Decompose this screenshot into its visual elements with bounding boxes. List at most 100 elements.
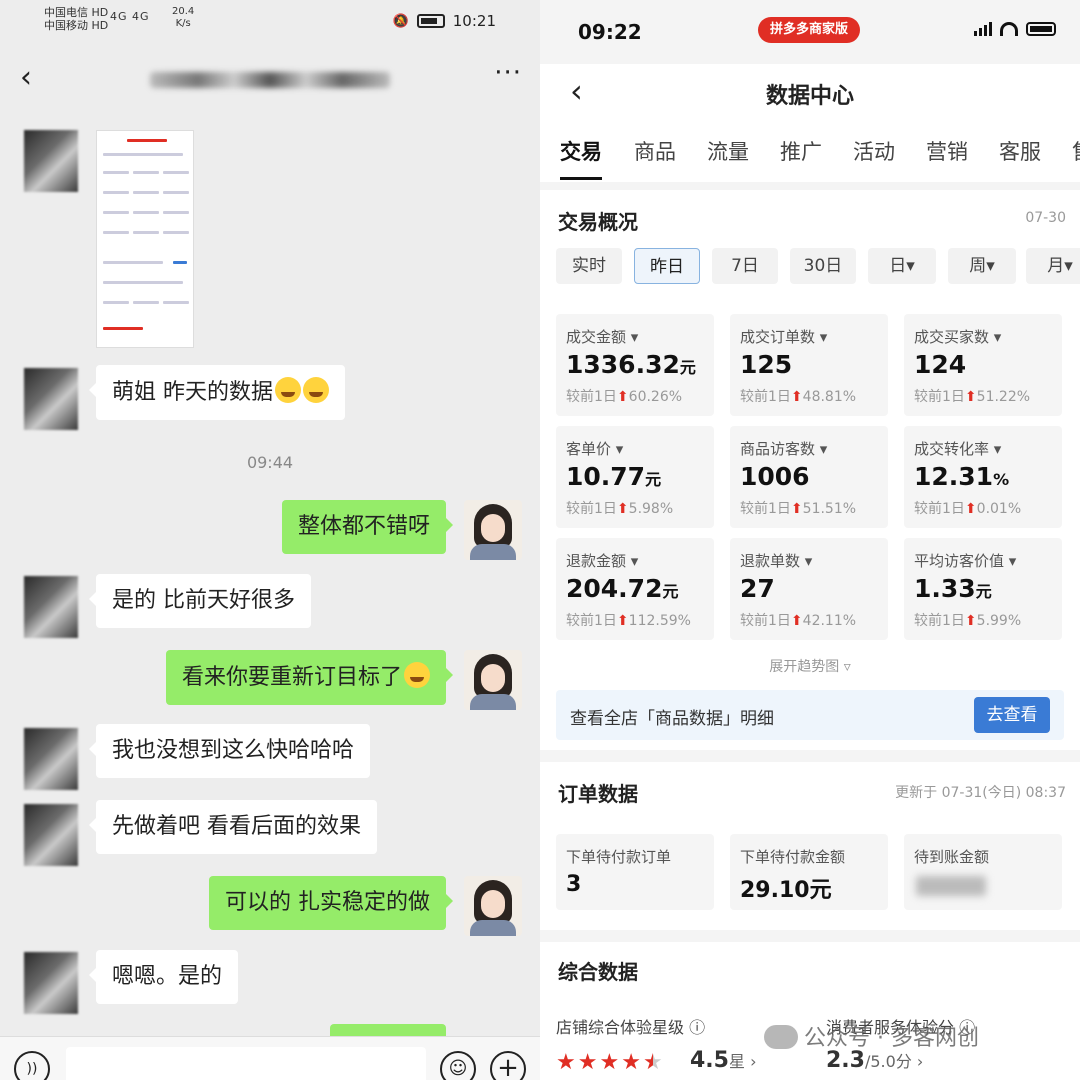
goods-data-banner: 查看全店「商品数据」明细 去查看 bbox=[556, 690, 1064, 740]
message-bubble[interactable]: 整体都不错呀 bbox=[281, 500, 454, 554]
metric-number: 1.33 bbox=[914, 574, 976, 603]
redacted-value bbox=[916, 876, 986, 896]
tab-trade[interactable]: 交易 bbox=[560, 136, 602, 180]
battery-icon bbox=[416, 14, 445, 28]
metric-card[interactable]: 成交买家数 ▾ 124 较前1日⬆51.22% bbox=[904, 314, 1062, 416]
experience-label: 店铺综合体验星级 ⓘ bbox=[556, 1018, 706, 1037]
metric-card[interactable]: 商品访客数 ▾ 1006 较前1日⬆51.51% bbox=[730, 426, 888, 528]
my-avatar[interactable] bbox=[464, 500, 522, 560]
order-metric[interactable]: 待到账金额 bbox=[904, 834, 1062, 910]
metric-card[interactable]: 成交订单数 ▾ 125 较前1日⬆48.81% bbox=[730, 314, 888, 416]
message-bubble[interactable]: 嗯嗯。是的 bbox=[88, 950, 239, 1004]
tab-aftersale[interactable]: 售 bbox=[1072, 136, 1080, 166]
metric-label: 退款金额 ▾ bbox=[566, 552, 639, 570]
avatar[interactable] bbox=[24, 952, 78, 1014]
metric-card[interactable]: 成交转化率 ▾ 12.31% 较前1日⬆0.01% bbox=[904, 426, 1062, 528]
tab-marketing[interactable]: 营销 bbox=[926, 136, 968, 166]
change-value: 112.59% bbox=[628, 613, 691, 629]
message-bubble[interactable]: 是的 比前天好很多 bbox=[89, 574, 311, 628]
metric-label: 下单待付款订单 bbox=[566, 848, 672, 866]
input-bar: )) ☺ + bbox=[0, 1036, 540, 1080]
period-30d[interactable]: 30日 bbox=[790, 248, 856, 284]
tab-traffic[interactable]: 流量 bbox=[707, 136, 749, 166]
app-badge: 拼多多商家版 bbox=[758, 17, 861, 43]
star-icon: ★ bbox=[556, 1050, 576, 1075]
clock: 09:22 bbox=[578, 20, 642, 44]
message-bubble[interactable]: 可以的 扎实稳定的做 bbox=[209, 876, 453, 930]
metric-number: 10.77 bbox=[566, 462, 646, 491]
metric-label: 待到账金额 bbox=[914, 848, 990, 866]
avatar[interactable] bbox=[24, 804, 78, 866]
period-7d[interactable]: 7日 bbox=[712, 248, 778, 284]
message-bubble[interactable]: 先做着吧 看看后面的效果 bbox=[89, 800, 377, 854]
metric-value: 124 bbox=[914, 350, 966, 379]
metric-card[interactable]: 平均访客价值 ▾ 1.33元 较前1日⬆5.99% bbox=[904, 538, 1062, 640]
avatar[interactable] bbox=[24, 576, 78, 638]
my-avatar[interactable] bbox=[464, 650, 522, 710]
metric-card[interactable]: 退款单数 ▾ 27 较前1日⬆42.11% bbox=[730, 538, 888, 640]
chevron-left-icon[interactable]: ‹ bbox=[20, 60, 32, 95]
metric-label: 下单待付款金额 bbox=[740, 848, 846, 866]
message-input[interactable] bbox=[66, 1047, 426, 1080]
arrow-up-icon: ⬆ bbox=[964, 501, 977, 517]
period-week[interactable]: 周▾ bbox=[948, 248, 1016, 284]
order-metric[interactable]: 下单待付款金额 29.10元 bbox=[730, 834, 888, 910]
compare-label: 较前1日 bbox=[914, 613, 965, 629]
carrier-1: 中国电信 HD bbox=[44, 6, 109, 19]
view-button[interactable]: 去查看 bbox=[974, 697, 1050, 733]
metric-value: 12.31% bbox=[914, 462, 1009, 491]
metric-unit: 元 bbox=[645, 470, 662, 489]
tab-service[interactable]: 客服 bbox=[999, 136, 1041, 166]
avatar[interactable] bbox=[24, 368, 78, 430]
net-speed: 20.4 K/s bbox=[172, 6, 194, 30]
message-bubble[interactable]: 萌姐 昨天的数据 bbox=[89, 365, 345, 420]
expand-trend[interactable]: 展开趋势图 ▿ bbox=[540, 656, 1080, 676]
avatar[interactable] bbox=[24, 130, 78, 192]
voice-icon[interactable]: )) bbox=[14, 1051, 50, 1080]
my-avatar[interactable] bbox=[464, 876, 522, 936]
metric-card[interactable]: 退款金额 ▾ 204.72元较前1日⬆112.59% bbox=[556, 538, 714, 640]
tab-activity[interactable]: 活动 bbox=[853, 136, 895, 166]
metric-value: 3 bbox=[566, 872, 582, 897]
metric-compare: 较前1日⬆112.59% bbox=[566, 610, 691, 630]
change-value: 48.81% bbox=[802, 389, 857, 405]
period-realtime[interactable]: 实时 bbox=[556, 248, 622, 284]
period-day[interactable]: 日▾ bbox=[868, 248, 936, 284]
metric-value: 1.33元 bbox=[914, 574, 992, 603]
period-yesterday[interactable]: 昨日 bbox=[634, 248, 700, 284]
star-icon: ★ bbox=[599, 1050, 620, 1075]
metric-value: 125 bbox=[740, 350, 792, 379]
metric-compare: 较前1日⬆42.11% bbox=[740, 610, 856, 630]
rating-value[interactable]: 4.5星 › bbox=[690, 1048, 756, 1073]
metric-compare: 较前1日⬆51.51% bbox=[740, 498, 856, 518]
speed-value: 20.4 bbox=[172, 6, 195, 17]
metric-card[interactable]: 客单价 ▾ 10.77元 较前1日⬆5.98% bbox=[556, 426, 714, 528]
compare-label: 较前1日 bbox=[566, 613, 617, 629]
updated-time: 更新于 07-31(今日) 08:37 bbox=[895, 785, 1066, 801]
data-center-screen: 09:22 拼多多商家版 ‹ 数据中心 交易 商品 流量 推广 活动 营销 客服… bbox=[540, 0, 1080, 1080]
message-bubble[interactable]: 我也没想到这么快哈哈哈 bbox=[88, 724, 371, 778]
tab-promotion[interactable]: 推广 bbox=[780, 136, 822, 166]
compare-label: 较前1日 bbox=[740, 389, 791, 405]
tab-goods[interactable]: 商品 bbox=[634, 136, 676, 166]
metric-unit: % bbox=[993, 470, 1010, 489]
message-text: 看来你要重新订目标了 bbox=[181, 665, 402, 690]
period-month[interactable]: 月▾ bbox=[1026, 248, 1080, 284]
metric-card[interactable]: 成交金额 ▾ 1336.32元 较前1日⬆60.26% bbox=[556, 314, 714, 416]
emoji-button[interactable]: ☺ bbox=[440, 1051, 476, 1080]
change-value: 5.98% bbox=[628, 501, 674, 517]
metric-value: 204.72元 bbox=[566, 574, 679, 603]
order-metric[interactable]: 下单待付款订单 3 bbox=[556, 834, 714, 910]
plus-button[interactable]: + bbox=[490, 1051, 526, 1080]
tab-bar: 交易 商品 流量 推广 活动 营销 客服 售 bbox=[540, 120, 1080, 182]
message-bubble[interactable]: 看来你要重新订目标了 bbox=[165, 650, 454, 705]
star-rating: ★ ★ ★ ★ ★ bbox=[556, 1050, 663, 1075]
avatar[interactable] bbox=[24, 728, 78, 790]
image-message[interactable] bbox=[96, 130, 194, 348]
change-value: 42.11% bbox=[802, 613, 857, 629]
metric-label: 平均访客价值 ▾ bbox=[914, 552, 1017, 570]
more-button[interactable]: ··· bbox=[494, 58, 522, 88]
metric-label: 退款单数 ▾ bbox=[740, 552, 813, 570]
mute-icon: 🔕 bbox=[392, 13, 409, 29]
chat-screen: 中国电信 HD 中国移动 HD 4G 4G 20.4 K/s 🔕 10:21 ‹… bbox=[0, 0, 540, 1080]
